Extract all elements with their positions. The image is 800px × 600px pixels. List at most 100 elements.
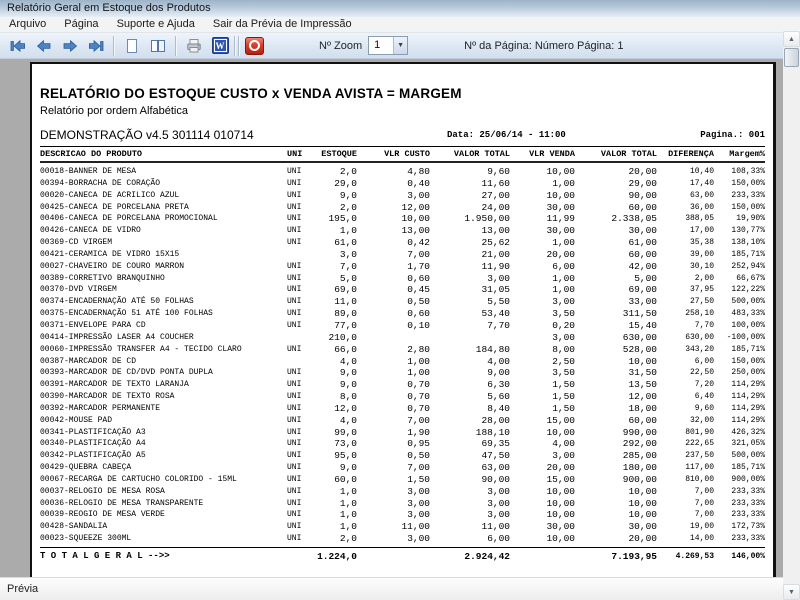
cell: 172,73% [731,522,765,532]
single-page-view-button[interactable] [120,35,144,57]
menu-item[interactable]: Arquivo [0,17,55,32]
cell: 900,00% [731,474,765,484]
cell [357,332,430,344]
cell: 10,00 [546,509,575,521]
cell: 7,00 [407,414,430,426]
menu-item[interactable]: Página [55,17,107,32]
total-label: T O T A L G E R A L -->> [40,551,170,561]
cell: 285,00 [622,450,657,462]
exit-preview-button[interactable] [242,35,266,57]
cell: 95,0 [334,450,357,462]
cell: 21,00 [481,248,510,260]
cell: 29,0 [334,177,357,189]
cell: 3,00 [407,509,430,521]
cell: 210,0 [328,331,357,343]
cell: 2.338,05 [611,213,657,225]
cell: UNI [287,178,302,188]
table-row: 00394-BORRACHA DE CORAÇÃO UNI 29,0 0,40 11,6… [40,178,765,190]
cell: 1,00 [407,367,430,379]
table-row: 00428-SANDALIA UNI 1,0 11,00 11,00 30,00 30,00… [40,521,765,533]
cell: UNI [287,285,302,295]
cell: 1,00 [552,284,575,296]
cell: 188,10 [475,426,510,438]
cell: 7,00 [407,462,430,474]
cell: 31,05 [481,284,510,296]
print-button[interactable] [182,35,206,57]
cell: 3,00 [407,533,430,545]
toolbar: W Nº Zoom 1 ▼ Nº da Página: Número Págin… [0,33,800,59]
last-page-button[interactable] [84,35,108,57]
toolbar-separator [175,35,177,56]
previous-page-button[interactable] [32,35,56,57]
cell: UNI [287,344,302,354]
last-page-icon [88,39,104,52]
cell: 11,00 [481,521,510,533]
cell: 7,20 [694,380,714,390]
window-title: Relatório Geral em Estoque dos Produtos [7,2,211,14]
scrollbar-thumb[interactable] [784,48,799,67]
toolbar-separator [238,35,240,56]
cell: 60,00 [628,248,657,260]
cell: 3,00 [487,272,510,284]
next-page-button[interactable] [58,35,82,57]
scroll-up-button[interactable]: ▲ [783,31,800,47]
cell: 00039-REOGIO DE MESA VERDE [40,510,165,520]
cell: 69,00 [628,284,657,296]
first-page-button[interactable] [6,35,30,57]
zoom-value: 1 [374,39,381,51]
two-page-view-button[interactable] [146,35,170,57]
report-date: Data: 25/06/14 - 11:00 [447,130,566,140]
cell: 30,00 [628,521,657,533]
cell: 7,70 [487,319,510,331]
menu-item[interactable]: Sair da Prévia de Impressão [204,17,361,32]
chevron-down-icon[interactable]: ▼ [393,37,408,54]
cell: 233,33% [731,190,765,200]
cell: 3,00 [407,485,430,497]
single-page-icon [127,38,137,53]
cell: 3,50 [552,308,575,320]
cell: 2,80 [407,343,430,355]
cell: 7,00 [694,498,714,508]
cell: 12,00 [628,391,657,403]
cell: 150,00% [731,202,765,212]
cell: 3,00 [552,296,575,308]
cell: 69,35 [481,438,510,450]
cell: 114,29% [731,392,765,402]
cell: 00406-CANECA DE PORCELANA PROMOCIONAL [40,214,218,224]
cell: 63,00 [689,190,714,200]
zoom-select[interactable]: 1 ▼ [368,36,409,55]
cell: 4,0 [339,355,357,367]
cell: 69,0 [334,284,357,296]
cell: 500,00% [731,451,765,461]
cell [287,249,313,261]
table-row: 00421-CERAMICA DE VIDRO 15X15 3,0 7,00 21,0… [40,249,765,261]
scroll-down-button[interactable]: ▼ [783,584,800,600]
total-valor-venda: 7.193,95 [611,551,657,562]
cell: 7,00 [694,510,714,520]
column-header: VLR CUSTO [384,149,430,159]
cell: UNI [287,297,302,307]
cell: 195,0 [328,213,357,225]
cell: 29,00 [628,177,657,189]
cell: 9,0 [339,379,357,391]
cell: 9,0 [339,367,357,379]
cell: 10,40 [689,167,714,176]
cell: 00414-IMPRESSÃO LASER A4 COUCHER [40,332,194,342]
menu-item[interactable]: Suporte e Ajuda [108,17,204,32]
cell: 10,00 [546,533,575,545]
cell: 10,00 [401,213,430,225]
export-word-button[interactable]: W [208,35,232,57]
column-header: VALOR TOTAL [600,149,657,159]
cell: 3,00 [487,497,510,509]
cell: 14,00 [689,534,714,544]
report-page: RELATÓRIO DO ESTOQUE CUSTO x VENDA AVIST… [30,62,776,577]
cell: UNI [287,522,302,532]
table-row: 00039-REOGIO DE MESA VERDE UNI 1,0 3,00 3,00… [40,509,765,521]
report-page-number: Pagina.: 001 [700,130,765,140]
cell: UNI [287,190,302,200]
cell: 31,50 [628,367,657,379]
vertical-scrollbar[interactable]: ▲ ▼ [783,31,800,600]
cell: 66,0 [334,343,357,355]
cell: 00429-QUEBRA CABEÇA [40,463,132,473]
divider [40,547,765,548]
